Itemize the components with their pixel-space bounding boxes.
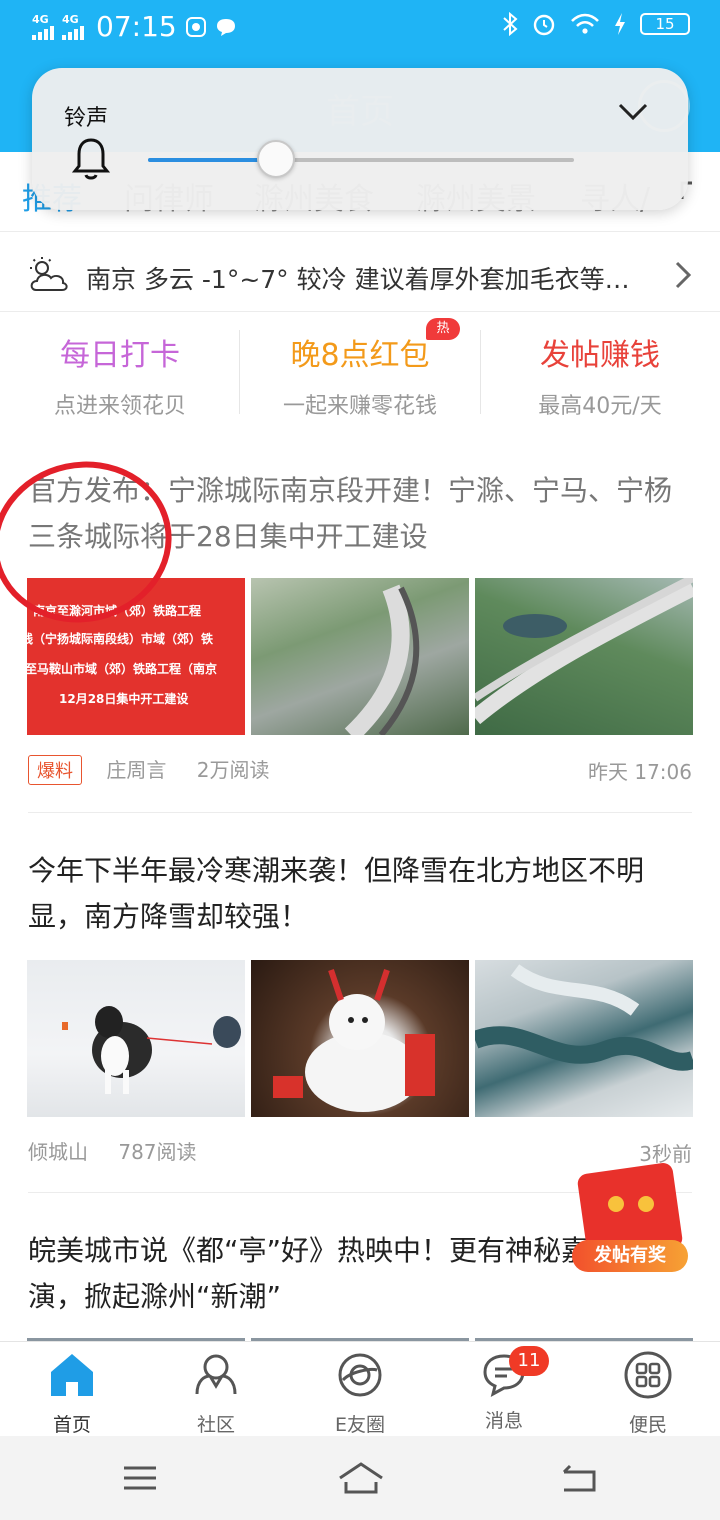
nav-e-friends[interactable]: E友圈 xyxy=(288,1350,432,1437)
nav-community[interactable]: 社区 xyxy=(144,1350,288,1437)
article-images xyxy=(27,960,693,1117)
nav-messages[interactable]: 11 消息 xyxy=(432,1346,576,1433)
article-image[interactable] xyxy=(251,578,469,735)
quick-link-subtitle: 最高40元/天 xyxy=(538,394,662,419)
cloud-sun-icon xyxy=(30,257,68,291)
divider xyxy=(28,812,692,813)
article-author[interactable]: 庄周言 xyxy=(106,758,166,782)
nav-services[interactable]: 便民 xyxy=(576,1350,720,1437)
planet-icon xyxy=(338,1353,382,1397)
article-tag: 爆料 xyxy=(28,755,82,785)
volume-slider[interactable] xyxy=(148,140,574,178)
unread-badge: 11 xyxy=(509,1346,549,1376)
coin-icon xyxy=(608,1196,624,1212)
volume-popup: 铃声 xyxy=(32,68,688,210)
image-caption-line: 线（宁扬城际南段线）市域（郊）铁 xyxy=(27,632,214,646)
quick-link-title: 每日打卡 xyxy=(60,338,180,373)
article-reads: 787阅读 xyxy=(118,1140,197,1164)
quick-link-red-packet[interactable]: 晚8点红包 一起来赚零花钱 xyxy=(240,330,480,420)
home-button-icon[interactable] xyxy=(336,1460,386,1496)
status-bar: 4G 4G 07:15 15 xyxy=(0,0,720,58)
nav-label: 便民 xyxy=(628,1414,667,1436)
weather-text: 南京 多云 -1°~7° 较冷 建议着厚外套加毛衣等… xyxy=(86,265,630,294)
signal-icon: 4G xyxy=(32,13,54,40)
quick-links: 每日打卡 点进来领花贝 晚8点红包 一起来赚零花钱 热 发帖赚钱 最高40元/天 xyxy=(0,318,720,428)
bottom-nav: 首页 社区 E友圈 11 消息 便民 xyxy=(0,1341,720,1436)
quick-link-subtitle: 一起来赚零花钱 xyxy=(282,394,437,419)
article-image[interactable] xyxy=(27,960,245,1117)
coin-icon xyxy=(638,1196,654,1212)
volume-slider-thumb[interactable] xyxy=(256,140,295,178)
nav-label: 消息 xyxy=(484,1410,523,1432)
article-time: 昨天 17:06 xyxy=(588,760,692,784)
charging-icon xyxy=(615,13,625,35)
nav-label: 社区 xyxy=(196,1414,235,1436)
article-image[interactable] xyxy=(475,960,693,1117)
image-caption-line: 12月28日集中开工建设 xyxy=(59,692,189,706)
status-time: 07:15 xyxy=(96,10,177,43)
volume-label: 铃声 xyxy=(64,106,109,131)
quick-link-subtitle: 点进来领花贝 xyxy=(53,394,186,419)
battery-indicator: 15 xyxy=(640,13,690,35)
quick-link-post-earn[interactable]: 发帖赚钱 最高40元/天 xyxy=(480,330,720,420)
hot-badge: 热 xyxy=(426,318,460,340)
article-reads: 2万阅读 xyxy=(196,758,270,782)
system-nav-bar xyxy=(0,1436,720,1520)
nav-label: E友圈 xyxy=(334,1414,385,1436)
article-meta: 爆料 庄周言 2万阅读 昨天 17:06 xyxy=(28,754,692,785)
nav-label: 首页 xyxy=(52,1414,91,1436)
post-reward-promo[interactable]: 发帖有奖 xyxy=(572,1161,690,1278)
community-icon xyxy=(195,1354,237,1395)
weather-bar[interactable]: 南京 多云 -1°~7° 较冷 建议着厚外套加毛衣等… xyxy=(0,240,720,312)
home-icon xyxy=(51,1354,93,1396)
article-meta: 倾城山 787阅读 3秒前 xyxy=(28,1136,692,1166)
menu-icon[interactable] xyxy=(118,1460,162,1496)
wifi-icon xyxy=(571,13,599,34)
chevron-down-icon[interactable] xyxy=(616,94,650,128)
quick-link-title: 发帖赚钱 xyxy=(540,338,660,373)
signal-icon-2: 4G xyxy=(62,13,84,40)
chevron-right-icon xyxy=(675,261,692,289)
bluetooth-icon xyxy=(503,12,518,36)
message-icon-wrap: 11 xyxy=(479,1346,549,1400)
chat-notification-icon xyxy=(216,18,235,36)
bell-icon[interactable] xyxy=(72,136,110,182)
article-image[interactable] xyxy=(251,960,469,1117)
app-notification-icon xyxy=(185,16,206,37)
article-title[interactable]: 今年下半年最冷寒潮来袭！但降雪在北方地区不明显，南方降雪却较强！ xyxy=(28,848,692,940)
article-author[interactable]: 倾城山 xyxy=(28,1140,88,1164)
nav-home[interactable]: 首页 xyxy=(0,1350,144,1437)
grid-icon xyxy=(624,1351,672,1399)
article-image[interactable] xyxy=(475,578,693,735)
image-caption-line: 至马鞍山市域（郊）铁路工程（南京 xyxy=(27,662,218,676)
promo-label: 发帖有奖 xyxy=(572,1240,688,1272)
back-icon[interactable] xyxy=(558,1460,602,1496)
alarm-icon xyxy=(533,14,555,36)
quick-link-checkin[interactable]: 每日打卡 点进来领花贝 xyxy=(0,330,240,420)
